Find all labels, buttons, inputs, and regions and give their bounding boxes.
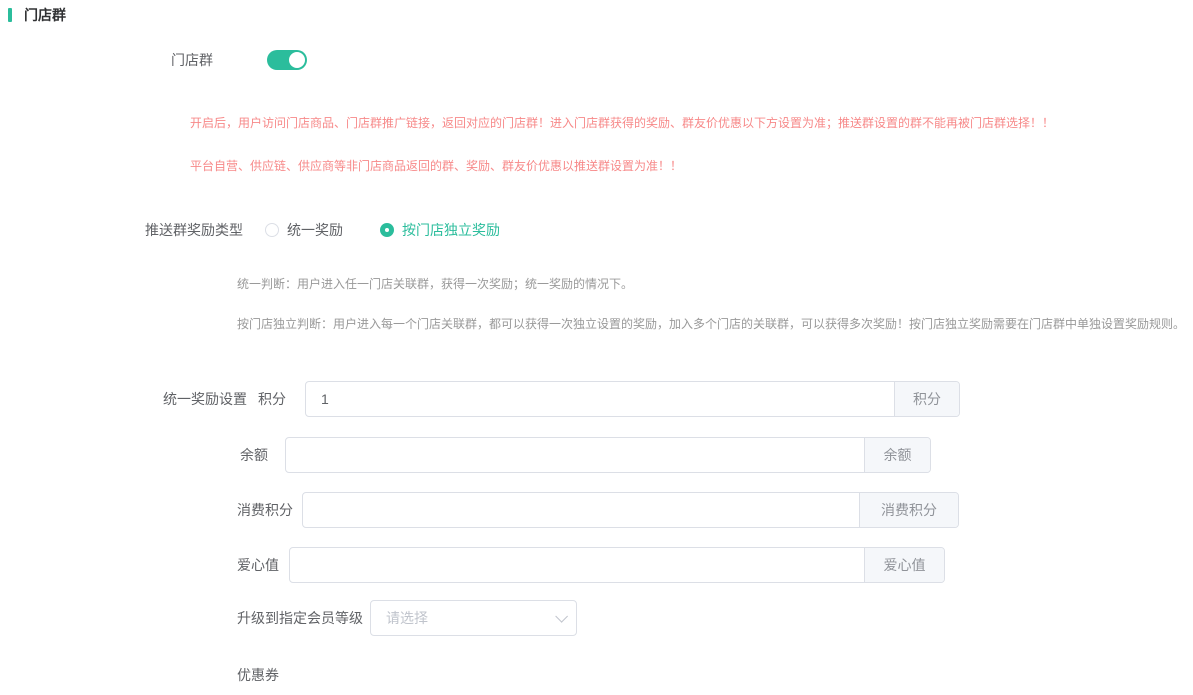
balance-input[interactable] bbox=[286, 438, 864, 472]
member-level-select-placeholder: 请选择 bbox=[386, 608, 555, 628]
love-value-field-label: 爱心值 bbox=[237, 547, 279, 583]
chevron-down-icon bbox=[555, 610, 568, 623]
member-level-select[interactable]: 请选择 bbox=[370, 600, 577, 636]
section-accent-bar bbox=[8, 8, 12, 22]
radio-per-store-reward-label: 按门店独立奖励 bbox=[402, 220, 500, 240]
radio-unified-reward-label: 统一奖励 bbox=[287, 220, 343, 240]
love-value-input[interactable] bbox=[290, 548, 864, 582]
consume-points-input-suffix: 消费积分 bbox=[859, 493, 958, 527]
points-input-suffix: 积分 bbox=[894, 382, 959, 416]
balance-input-suffix: 余额 bbox=[864, 438, 930, 472]
toggle-knob-icon bbox=[289, 52, 305, 68]
radio-unified-reward[interactable]: 统一奖励 bbox=[265, 220, 343, 240]
member-level-field-label: 升级到指定会员等级 bbox=[237, 600, 363, 636]
points-input-group: 积分 bbox=[305, 381, 960, 417]
store-group-label: 门店群 bbox=[0, 50, 243, 70]
radio-per-store-reward[interactable]: 按门店独立奖励 bbox=[380, 220, 500, 240]
warning-tip-2: 平台自营、供应链、供应商等非门店商品返回的群、奖励、群友价优惠以推送群设置为准！… bbox=[190, 157, 682, 174]
unified-reward-group-label: 统一奖励设置 bbox=[0, 381, 247, 417]
reward-type-desc-2: 按门店独立判断：用户进入每一个门店关联群，都可以获得一次独立设置的奖励，加入多个… bbox=[237, 315, 1185, 332]
reward-type-label: 推送群奖励类型 bbox=[0, 215, 243, 245]
points-field-label: 积分 bbox=[258, 381, 286, 417]
radio-unchecked-icon bbox=[265, 223, 279, 237]
reward-type-radio-group: 统一奖励 按门店独立奖励 bbox=[265, 215, 537, 245]
warning-tip-1: 开启后，用户访问门店商品、门店群推广链接，返回对应的门店群！进入门店群获得的奖励… bbox=[190, 114, 1054, 131]
balance-input-group: 余额 bbox=[285, 437, 931, 473]
consume-points-input[interactable] bbox=[303, 493, 859, 527]
consume-points-input-group: 消费积分 bbox=[302, 492, 959, 528]
section-title: 门店群 bbox=[24, 5, 66, 25]
store-group-toggle[interactable] bbox=[267, 50, 307, 70]
radio-checked-icon bbox=[380, 223, 394, 237]
points-input[interactable] bbox=[306, 382, 894, 416]
balance-field-label: 余额 bbox=[240, 437, 268, 473]
reward-type-desc-1: 统一判断：用户进入任一门店关联群，获得一次奖励；统一奖励的情况下。 bbox=[237, 275, 633, 292]
consume-points-field-label: 消费积分 bbox=[237, 492, 293, 528]
coupon-field-label: 优惠券 bbox=[237, 665, 279, 685]
section-header: 门店群 bbox=[8, 6, 66, 24]
love-value-input-suffix: 爱心值 bbox=[864, 548, 944, 582]
love-value-input-group: 爱心值 bbox=[289, 547, 945, 583]
